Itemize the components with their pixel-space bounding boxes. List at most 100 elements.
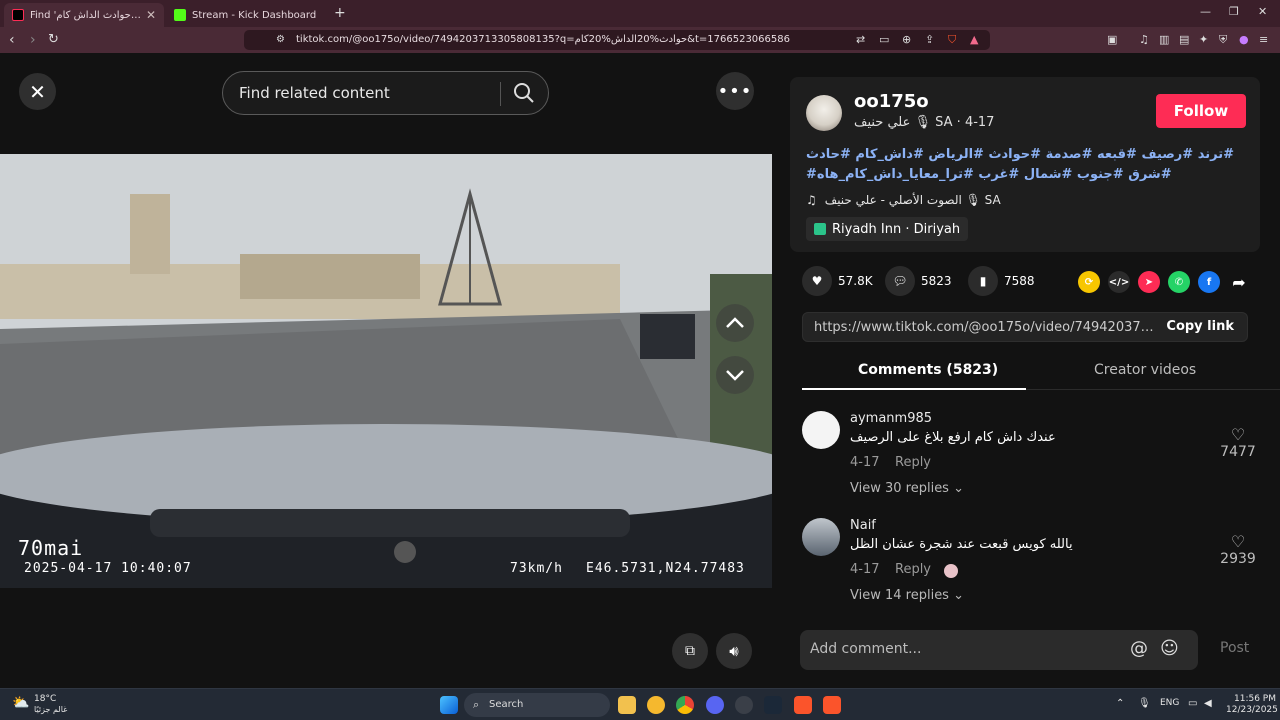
app-icon[interactable]	[647, 696, 665, 714]
tiktok-favicon	[12, 9, 24, 21]
microphone-icon[interactable]: 🎙︎	[1138, 698, 1151, 709]
clock-date[interactable]: 12/23/2025	[1226, 705, 1278, 715]
video-frame-art	[0, 154, 772, 588]
kick-favicon	[174, 9, 186, 21]
location-tag[interactable]: Riyadh Inn · Diriyah	[806, 217, 969, 241]
view-replies-button[interactable]: View 30 replies ⌄	[850, 481, 964, 496]
search-icon[interactable]	[513, 82, 535, 108]
comment-like-button[interactable]: ♡ 2939	[1218, 532, 1258, 567]
comment-username[interactable]: aymanm985	[850, 411, 932, 426]
brave-icon[interactable]	[794, 696, 812, 714]
tab-creator-videos[interactable]: Creator videos	[1094, 362, 1196, 378]
steam-icon[interactable]	[764, 696, 782, 714]
copy-link-button[interactable]: Copy link	[1166, 319, 1234, 334]
more-options-button[interactable]: •••	[716, 72, 754, 110]
post-button[interactable]: Post	[1220, 640, 1249, 656]
menu-icon[interactable]: ≡	[1259, 33, 1268, 46]
post-date: 4-17	[964, 115, 995, 130]
tray-chevron-icon[interactable]: ⌃	[1116, 698, 1124, 709]
comment-username[interactable]: Naif	[850, 518, 876, 533]
site-settings-icon[interactable]: ⚙	[276, 34, 285, 45]
related-search-box[interactable]: Find related content	[222, 71, 549, 115]
tab-comments[interactable]: Comments (5823)	[858, 362, 998, 378]
file-explorer-icon[interactable]	[618, 696, 636, 714]
dashcam-brand: 70mai	[18, 536, 84, 560]
comment-reply-button[interactable]: Reply	[895, 562, 931, 577]
new-tab-button[interactable]: +	[334, 5, 346, 21]
search-input[interactable]: Find related content	[239, 84, 390, 102]
close-tab-icon[interactable]: ✕	[146, 8, 156, 22]
music-row[interactable]: ♫ الصوت الأصلي - علي حنيف 🎙 SA	[806, 193, 1001, 207]
brave-shield-icon[interactable]: ⛉	[948, 33, 956, 47]
restore-icon[interactable]: ❐	[1229, 5, 1239, 18]
music-title: الصوت الأصلي - علي حنيف 🎙 SA	[824, 193, 1001, 207]
comment-date: 4-17	[850, 562, 880, 577]
chrome-icon[interactable]	[676, 696, 694, 714]
monitor-icon[interactable]: ▭	[1188, 698, 1197, 709]
close-video-button[interactable]: ✕	[19, 73, 56, 110]
translate-icon[interactable]: ⇄	[856, 33, 865, 46]
browser-tab-tiktok[interactable]: Find 'حوادث الداش كام' on TikTok ✕	[4, 3, 164, 27]
author-avatar[interactable]	[806, 95, 842, 131]
emoji-icon[interactable]: ☺	[1160, 638, 1179, 659]
follow-button[interactable]: Follow	[1156, 94, 1246, 128]
previous-video-button[interactable]	[716, 304, 754, 342]
tab-title: Stream - Kick Dashboard	[192, 9, 317, 21]
like-button[interactable]: ♥ 57.8K	[802, 266, 873, 296]
reload-icon[interactable]: ↻	[48, 32, 59, 47]
discord-icon[interactable]	[706, 696, 724, 714]
save-button[interactable]: ▮ 7588	[968, 266, 1035, 296]
comment-like-button[interactable]: ♡ 7477	[1218, 425, 1258, 460]
embed-icon[interactable]: </>	[1108, 271, 1130, 293]
weather-icon[interactable]: ⛅	[12, 695, 29, 711]
taskbar-search[interactable]: ⌕ Search	[464, 693, 610, 717]
share-link-url[interactable]: https://www.tiktok.com/@oo175o/video/749…	[814, 320, 1159, 335]
author-subline: علي حنيف 🎙 SA · 4-17	[854, 115, 994, 130]
send-icon[interactable]: ➤	[1138, 271, 1160, 293]
window-close-icon[interactable]: ✕	[1258, 5, 1267, 18]
next-video-button[interactable]	[716, 356, 754, 394]
share-arrow-icon[interactable]: ➦	[1228, 271, 1250, 293]
windows-start-icon[interactable]	[440, 696, 458, 714]
video-hashtags[interactable]: #ترند #رصيف #قبعه #صدمة #حوادث #الرياض #…	[806, 145, 1246, 185]
bookmark-icon: ▮	[968, 266, 998, 296]
zoom-icon[interactable]: ⊕	[902, 33, 911, 46]
music-icon[interactable]: ♫	[1139, 33, 1149, 46]
comment-button[interactable]: 💬︎ 5823	[885, 266, 952, 296]
minimize-icon[interactable]: —	[1200, 5, 1211, 18]
comment-composer[interactable]: Add comment... @ ☺	[800, 630, 1198, 670]
view-replies-button[interactable]: View 14 replies ⌄	[850, 588, 964, 603]
comment-avatar[interactable]	[802, 411, 840, 449]
reader-icon[interactable]: ▭	[879, 33, 889, 46]
pip-icon: ⧉	[685, 643, 695, 659]
wallet-icon[interactable]: ▤	[1179, 33, 1189, 46]
back-icon[interactable]: ‹	[9, 32, 15, 48]
video-player[interactable]: 70mai 2025-04-17 10:40:07 73km/h E46.573…	[0, 154, 772, 588]
panel-icon[interactable]: ▥	[1159, 33, 1169, 46]
author-username[interactable]: oo175o	[854, 91, 929, 112]
obs-icon[interactable]	[735, 696, 753, 714]
language-indicator[interactable]: ENG	[1160, 698, 1179, 708]
volume-button[interactable]: 🔊︎	[716, 633, 752, 669]
speaker-icon[interactable]: ◀︎	[1204, 698, 1212, 709]
whatsapp-icon[interactable]: ✆	[1168, 271, 1190, 293]
address-bar[interactable]: ⚙ tiktok.com/@oo175o/video/7494203713305…	[244, 30, 990, 50]
forward-icon[interactable]: ›	[30, 32, 36, 48]
sidebar-toggle-icon[interactable]: ▣	[1107, 33, 1117, 46]
clock-time[interactable]: 11:56 PM	[1234, 694, 1276, 704]
leo-icon[interactable]: ✦	[1199, 33, 1208, 46]
brave-active-icon[interactable]	[823, 696, 841, 714]
browser-tab-kick[interactable]: Stream - Kick Dashboard	[166, 3, 326, 27]
brave-rewards-icon[interactable]: ▲	[970, 33, 978, 46]
comment-input[interactable]: Add comment...	[810, 641, 921, 657]
comment-avatar[interactable]	[802, 518, 840, 556]
vpn-icon[interactable]: ⛨	[1219, 33, 1227, 47]
mention-icon[interactable]: @	[1130, 638, 1148, 659]
comment-reply-button[interactable]: Reply	[895, 455, 931, 470]
comment-like-count: 7477	[1220, 444, 1256, 460]
repost-icon[interactable]: ⟳	[1078, 271, 1100, 293]
share-page-icon[interactable]: ⇪	[925, 33, 934, 46]
profile-icon[interactable]: ●	[1239, 33, 1249, 46]
mini-player-button[interactable]: ⧉	[672, 633, 708, 669]
facebook-icon[interactable]: f	[1198, 271, 1220, 293]
